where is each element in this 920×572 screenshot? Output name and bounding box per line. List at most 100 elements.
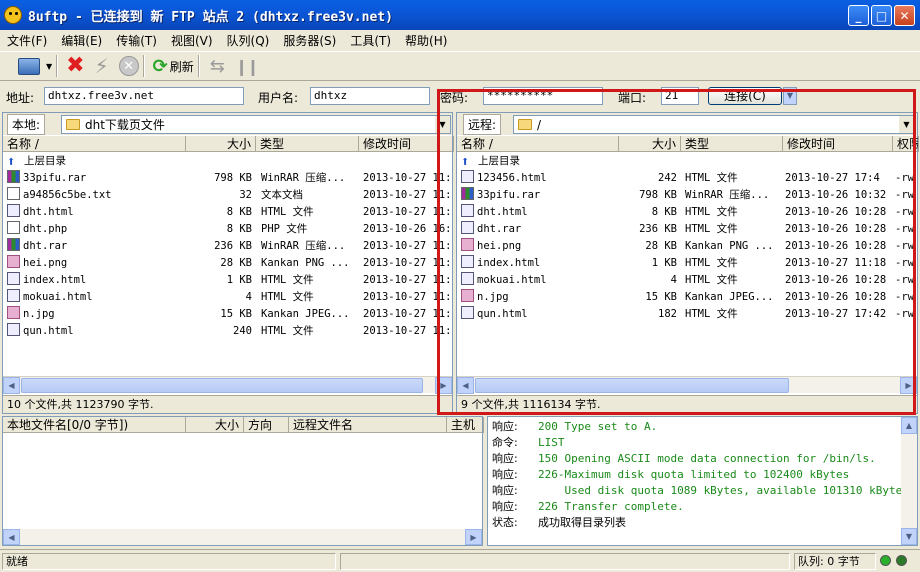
- password-input[interactable]: **********: [483, 87, 603, 105]
- disconnect-button[interactable]: ✖: [66, 53, 84, 79]
- menu-transfer[interactable]: 传输(T): [109, 32, 164, 49]
- transfer-button[interactable]: ⇆: [210, 53, 225, 79]
- file-row[interactable]: n.jpg 15 KB Kankan JPEG... 2013-10-26 10:28…: [457, 289, 917, 306]
- minimize-button[interactable]: _: [848, 5, 869, 26]
- remote-col-perm[interactable]: 权限: [893, 136, 919, 152]
- remote-pane: 远程: / ▼ 名称 / 大小 类型 修改时间 权限 ⬆ 上层目录 123456.h…: [456, 112, 919, 414]
- remote-col-mtime[interactable]: 修改时间: [783, 136, 893, 152]
- scroll-right-icon[interactable]: ▶: [465, 529, 482, 545]
- queue-col-size[interactable]: 大小: [186, 417, 244, 433]
- menu-file[interactable]: 文件(F): [0, 32, 54, 49]
- file-row[interactable]: a94856c5be.txt 32 文本文档 2013-10-27 11:1: [3, 187, 452, 204]
- file-row[interactable]: index.html 1 KB HTML 文件 2013-10-27 11:1: [3, 272, 452, 289]
- file-row[interactable]: qun.html 182 HTML 文件 2013-10-27 17:42 -rw: [457, 306, 917, 323]
- parent-directory-row[interactable]: ⬆ 上层目录: [3, 153, 452, 170]
- file-size-cell: 240: [233, 325, 252, 337]
- menu-server[interactable]: 服务器(S): [276, 32, 343, 49]
- file-name: hei.png: [23, 257, 68, 269]
- file-type-cell: HTML 文件: [685, 308, 738, 320]
- up-arrow-icon: ⬆: [7, 155, 21, 169]
- stop-button[interactable]: ✕: [118, 53, 139, 79]
- remote-col-name[interactable]: 名称 /: [457, 136, 619, 152]
- file-row[interactable]: mokuai.html 4 HTML 文件 2013-10-27 11:1: [3, 289, 452, 306]
- file-size-cell: 8 KB: [226, 223, 252, 235]
- site-manager-button[interactable]: ▼: [18, 53, 52, 79]
- file-row[interactable]: dht.rar 236 KB HTML 文件 2013-10-26 10:28 -rw: [457, 221, 917, 238]
- log-vertical-scrollbar[interactable]: ▲ ▼: [901, 417, 917, 545]
- toolbar-separator: [142, 55, 145, 77]
- remote-horizontal-scrollbar[interactable]: ◀ ▶: [457, 376, 917, 394]
- menu-tools[interactable]: 工具(T): [343, 32, 398, 49]
- file-row[interactable]: index.html 1 KB HTML 文件 2013-10-27 11:18 -rw: [457, 255, 917, 272]
- queue-col-host[interactable]: 主机: [447, 417, 484, 433]
- scroll-right-icon[interactable]: ▶: [900, 377, 917, 394]
- file-row[interactable]: 123456.html 242 HTML 文件 2013-10-27 17:4 -rw: [457, 170, 917, 187]
- local-horizontal-scrollbar[interactable]: ◀ ▶: [3, 376, 452, 394]
- file-row[interactable]: dht.rar 236 KB WinRAR 压缩... 2013-10-27 11:1: [3, 238, 452, 255]
- html-file-icon: [7, 289, 20, 302]
- file-type-cell: HTML 文件: [685, 206, 738, 218]
- scroll-down-icon[interactable]: ▼: [901, 528, 917, 545]
- queue-horizontal-scrollbar[interactable]: ◀ ▶: [3, 529, 482, 545]
- queue-col-direction[interactable]: 方向: [244, 417, 289, 433]
- scroll-up-icon[interactable]: ▲: [901, 417, 917, 434]
- file-name-cell: ⬆ 上层目录: [7, 153, 185, 170]
- file-name-cell: 33pifu.rar: [461, 187, 618, 204]
- port-input[interactable]: 21: [661, 87, 699, 105]
- remote-col-type[interactable]: 类型: [681, 136, 783, 152]
- file-row[interactable]: hei.png 28 KB Kankan PNG ... 2013-10-27 11:…: [3, 255, 452, 272]
- remote-col-size[interactable]: 大小: [619, 136, 681, 152]
- file-row[interactable]: mokuai.html 4 HTML 文件 2013-10-26 10:28 -rw: [457, 272, 917, 289]
- file-name-cell: 123456.html: [461, 170, 618, 187]
- file-size-cell: 8 KB: [226, 206, 252, 218]
- menu-help[interactable]: 帮助(H): [398, 32, 454, 49]
- scrollbar-thumb[interactable]: [21, 378, 423, 393]
- remote-path-combo[interactable]: / ▼: [513, 115, 915, 134]
- scrollbar-thumb[interactable]: [475, 378, 789, 393]
- refresh-label: 刷新: [169, 59, 194, 74]
- refresh-button[interactable]: ⟳ 刷新: [153, 53, 194, 79]
- username-input[interactable]: dhtxz: [310, 87, 430, 105]
- close-button[interactable]: ✕: [894, 5, 915, 26]
- file-row[interactable]: dht.php 8 KB PHP 文件 2013-10-26 16:5: [3, 221, 452, 238]
- menu-bar: 文件(F) 编辑(E) 传输(T) 视图(V) 队列(Q) 服务器(S) 工具(…: [0, 30, 920, 50]
- parent-directory-row[interactable]: ⬆ 上层目录: [457, 153, 917, 170]
- file-row[interactable]: qun.html 240 HTML 文件 2013-10-27 11:1: [3, 323, 452, 340]
- file-perm-cell: -rw: [895, 274, 914, 286]
- file-row[interactable]: 33pifu.rar 798 KB WinRAR 压缩... 2013-10-26 1…: [457, 187, 917, 204]
- scroll-left-icon[interactable]: ◀: [3, 377, 20, 394]
- scroll-left-icon[interactable]: ◀: [3, 529, 20, 545]
- menu-queue[interactable]: 队列(Q): [220, 32, 277, 49]
- file-row[interactable]: hei.png 28 KB Kankan PNG ... 2013-10-26 10:…: [457, 238, 917, 255]
- log-entry-text: 成功取得目录列表: [538, 516, 626, 529]
- file-type-cell: HTML 文件: [685, 274, 738, 286]
- local-col-mtime[interactable]: 修改时间: [359, 136, 454, 152]
- file-row[interactable]: n.jpg 15 KB Kankan JPEG... 2013-10-27 11:1: [3, 306, 452, 323]
- scroll-right-icon[interactable]: ▶: [435, 377, 452, 394]
- html-file-icon: [461, 204, 474, 217]
- file-row[interactable]: 33pifu.rar 798 KB WinRAR 压缩... 2013-10-27 1…: [3, 170, 452, 187]
- html-file-icon: [7, 272, 20, 285]
- maximize-button[interactable]: □: [871, 5, 892, 26]
- local-col-size[interactable]: 大小: [186, 136, 256, 152]
- menu-edit[interactable]: 编辑(E): [54, 32, 109, 49]
- local-col-type[interactable]: 类型: [256, 136, 359, 152]
- menu-view[interactable]: 视图(V): [164, 32, 220, 49]
- file-mtime-cell: 2013-10-27 11:1: [363, 325, 452, 337]
- scroll-left-icon[interactable]: ◀: [457, 377, 474, 394]
- queue-col-local[interactable]: 本地文件名[0/0 字节]): [3, 417, 186, 433]
- queue-col-remote[interactable]: 远程文件名: [289, 417, 447, 433]
- local-path-combo[interactable]: dht下载页文件 ▼: [61, 115, 451, 134]
- file-row[interactable]: dht.html 8 KB HTML 文件 2013-10-27 11:1: [3, 204, 452, 221]
- file-size-cell: 182: [658, 308, 677, 320]
- file-perm-cell: -rw: [895, 172, 914, 184]
- file-row[interactable]: dht.html 8 KB HTML 文件 2013-10-26 10:28 -rw: [457, 204, 917, 221]
- pause-button[interactable]: ❙❙: [235, 53, 260, 79]
- connect-button[interactable]: 连接(C): [708, 87, 782, 105]
- remote-path-row: 远程: / ▼: [457, 113, 917, 135]
- connect-dropdown-button[interactable]: ▼: [783, 87, 797, 105]
- address-input[interactable]: dhtxz.free3v.net: [44, 87, 244, 105]
- reconnect-button[interactable]: ⚡: [95, 53, 109, 79]
- file-name-cell: dht.html: [7, 204, 185, 221]
- local-col-name[interactable]: 名称 /: [3, 136, 186, 152]
